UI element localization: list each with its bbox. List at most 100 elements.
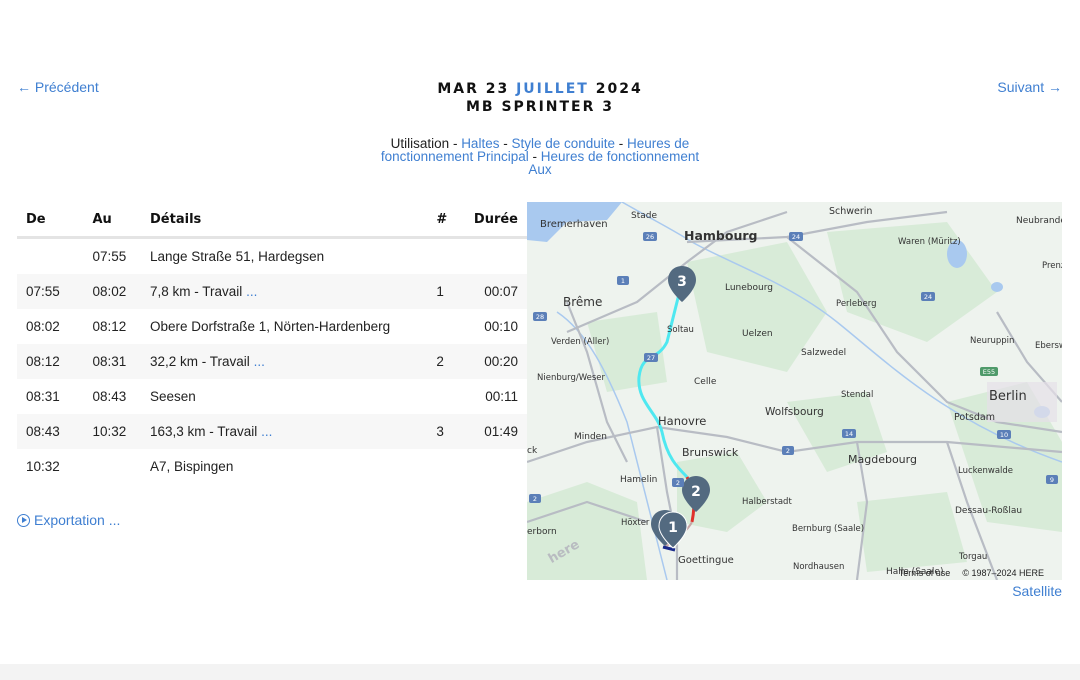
cell-de: 07:55 [17, 274, 93, 309]
terms-of-use-link[interactable]: Terms of use [899, 568, 951, 578]
date-title: MAR 23 JUILLET 2024 [0, 80, 1080, 98]
cell-au: 08:02 [92, 274, 151, 309]
svg-text:26: 26 [646, 233, 654, 241]
city-label: Salzwedel [801, 348, 846, 358]
cell-details: Lange Straße 51, Hardegsen [150, 238, 436, 275]
export-label: Exportation ... [34, 512, 121, 528]
city-label: Brême [563, 295, 602, 309]
details-text: 32,2 km - Travail [150, 354, 250, 369]
svg-text:1: 1 [621, 277, 625, 285]
road-shield: 27 [644, 353, 658, 362]
col-au: Au [92, 203, 151, 239]
col-duree: Durée [473, 203, 527, 239]
trip-table: De Au Détails # Durée 07:55 Lange Straße… [17, 203, 527, 484]
cell-au [92, 449, 150, 484]
cell-details: 163,3 km - Travail ... [150, 414, 437, 449]
trip-details-more-link[interactable]: ... [261, 424, 272, 439]
road-shield: 24 [789, 232, 803, 241]
road-shield: 2 [672, 478, 684, 487]
subnav-link-heures-aux[interactable]: Heures de fonctionnement Aux [528, 149, 699, 177]
city-label: Wolfsbourg [765, 406, 824, 418]
marker-3-label: 3 [677, 274, 687, 290]
cell-duree [474, 449, 527, 484]
map-canvas[interactable]: 3 2 1 26 24 1 28 27 24 E55 2 2 14 10 9 2 [527, 202, 1062, 580]
cell-au: 10:32 [92, 414, 151, 449]
city-label: Nordhausen [793, 562, 844, 572]
export-link[interactable]: Exportation ... [17, 512, 120, 528]
cell-duree: 00:11 [485, 389, 518, 404]
svg-text:9: 9 [1050, 476, 1054, 484]
city-label: ck [527, 446, 538, 456]
col-details: Détails [150, 203, 437, 239]
city-label: Luckenwalde [958, 466, 1013, 476]
col-num: # [436, 203, 474, 239]
cell-au: 08:31 [92, 344, 151, 379]
marker-2-label: 2 [691, 484, 701, 500]
details-text: Lange Straße 51, Hardegsen [150, 249, 325, 264]
table-header-row: De Au Détails # Durée [17, 203, 527, 239]
table-row: 07:55 Lange Straße 51, Hardegsen [17, 238, 527, 275]
city-label: Brunswick [682, 446, 739, 459]
marker-1-label: 1 [668, 520, 678, 536]
city-label: Halberstadt [742, 497, 792, 507]
city-label: Soltau [667, 325, 694, 335]
road-shield: 2 [782, 446, 794, 455]
cell-num: 3 [436, 414, 474, 449]
road-shield: 9 [1046, 475, 1058, 484]
col-de: De [17, 203, 93, 239]
city-label: Neuruppin [970, 336, 1014, 346]
city-label: Nienburg/Weser [537, 373, 606, 383]
details-text: 7,8 km - Travail [150, 284, 243, 299]
cell-au: 08:12 [92, 319, 127, 334]
cell-de: 08:43 [17, 414, 93, 449]
cell-details: 7,8 km - Travail ... [150, 274, 437, 309]
road-shield: 14 [842, 429, 856, 438]
cell-duree: 00:20 [473, 344, 527, 379]
city-label: Torgau [958, 552, 987, 562]
svg-text:24: 24 [924, 293, 932, 301]
table-row: 08:31 08:43 Seesen 00:11 [17, 379, 527, 414]
svg-text:14: 14 [845, 430, 853, 438]
cell-details: Seesen [150, 379, 436, 414]
city-label: Lunebourg [725, 283, 773, 293]
footer-bar [0, 664, 1080, 680]
cell-de: 08:02 [26, 319, 60, 334]
trip-details-more-link[interactable]: ... [254, 354, 265, 369]
copyright-text: © 1987–2024 HERE [962, 568, 1044, 578]
city-label: Eberswald [1035, 341, 1062, 351]
table-row: 08:02 08:12 Obere Dorfstraße 1, Nörten-H… [17, 309, 527, 344]
date-year: 2024 [595, 81, 643, 97]
road-shield: 2 [529, 494, 541, 503]
table-row: 08:12 08:31 32,2 km - Travail ... 2 00:2… [17, 344, 527, 379]
page-title: MAR 23 JUILLET 2024 MB SPRINTER 3 [0, 80, 1080, 116]
cell-de: 10:32 [26, 459, 60, 474]
road-shield: E55 [980, 367, 998, 376]
city-label: Bernburg (Saale) [792, 524, 864, 534]
cell-duree: 01:49 [473, 414, 527, 449]
satellite-toggle-link[interactable]: Satellite [1012, 583, 1062, 599]
trip-details-more-link[interactable]: ... [246, 284, 257, 299]
city-label: Goettingue [678, 555, 734, 566]
city-label: Höxter [621, 518, 650, 528]
cell-num [436, 238, 474, 275]
road-shield: 26 [643, 232, 657, 241]
details-text: 163,3 km - Travail [150, 424, 258, 439]
cell-num: 1 [436, 274, 474, 309]
cell-details: 32,2 km - Travail ... [150, 344, 437, 379]
city-label: Hambourg [684, 228, 757, 243]
route-map[interactable]: 3 2 1 26 24 1 28 27 24 E55 2 2 14 10 9 2 [527, 202, 1062, 580]
city-label: Prenz [1042, 261, 1062, 271]
date-month-link[interactable]: JUILLET [516, 81, 589, 97]
svg-text:2: 2 [676, 479, 680, 487]
cell-de: 08:31 [26, 389, 60, 404]
city-label: Bremerhaven [540, 219, 608, 230]
road-shield: 24 [921, 292, 935, 301]
road-shield: 28 [533, 312, 547, 321]
city-label: Neubrande [1016, 216, 1062, 226]
table-row: 08:43 10:32 163,3 km - Travail ... 3 01:… [17, 414, 527, 449]
city-label: Potsdam [954, 412, 995, 423]
city-label: Dessau-Roßlau [955, 506, 1022, 516]
date-day: MAR 23 [437, 81, 510, 97]
cell-de: 08:12 [17, 344, 93, 379]
cell-au: 07:55 [92, 249, 127, 264]
